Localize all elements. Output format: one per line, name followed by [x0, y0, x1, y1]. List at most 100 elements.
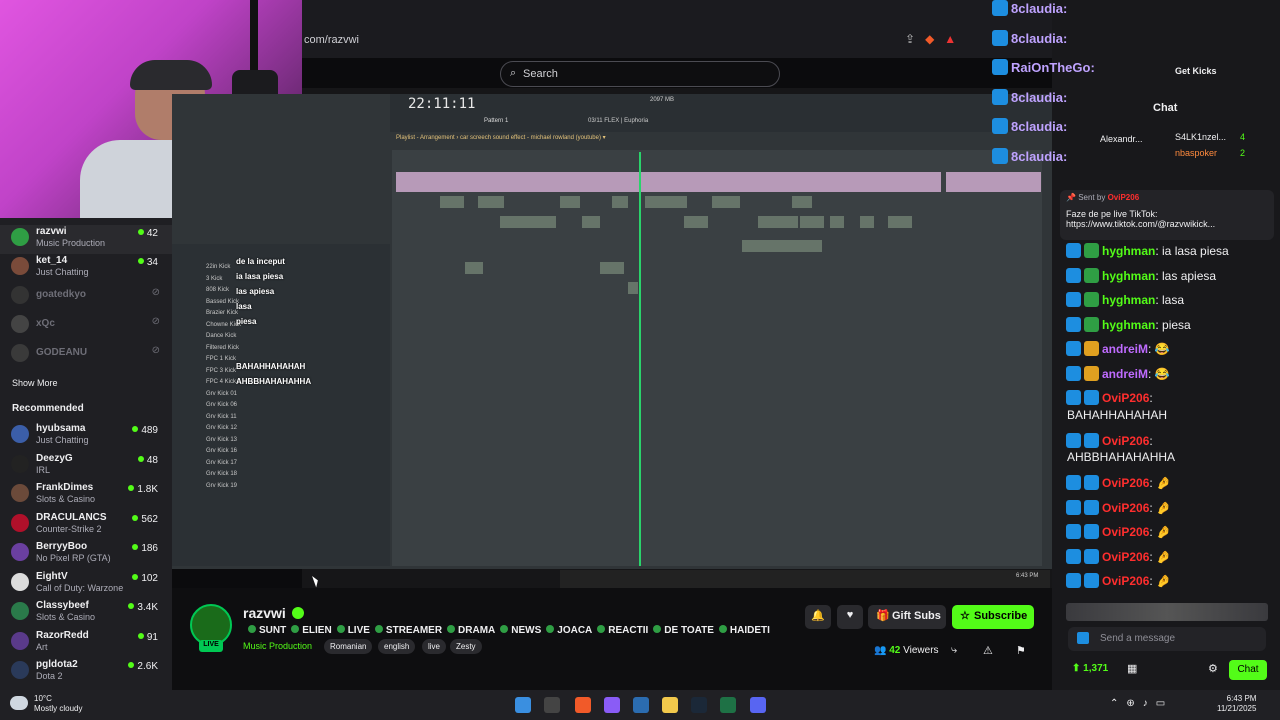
sidebar-channel-xqc[interactable]: xQc ⊘: [0, 312, 172, 341]
app-icon[interactable]: [633, 697, 649, 713]
show-more-link[interactable]: Show More: [12, 378, 58, 388]
recommended-channel-pgldota2[interactable]: pgldota2 Dota 2 2.6K: [0, 658, 172, 687]
leaderboard-entry[interactable]: Alexandr...: [1100, 134, 1143, 144]
overlay-chat-line: lasa: [236, 302, 252, 311]
browser-sample[interactable]: Grv Kick 12: [206, 425, 237, 431]
channel-viewers: 42: [137, 228, 158, 239]
browser-sample[interactable]: FPC 4 Kick: [206, 379, 236, 385]
get-kicks-button[interactable]: Get Kicks: [1163, 66, 1217, 82]
brave-rewards-icon[interactable]: ▲: [944, 32, 956, 46]
sidebar-channel-ket_14[interactable]: ket_14 Just Chatting 34: [0, 254, 172, 283]
chat-message[interactable]: OviP206: 🤌: [1066, 524, 1171, 539]
recommended-channel-eightv[interactable]: EightV Call of Duty: Warzone 102: [0, 570, 172, 599]
browser-sample[interactable]: Filtered Kick: [206, 345, 239, 351]
task-view-icon[interactable]: [544, 697, 560, 713]
stream-tag[interactable]: Romanian: [324, 639, 373, 654]
browser-sample[interactable]: Grv Kick 01: [206, 391, 237, 397]
stream-tag[interactable]: live: [422, 639, 447, 654]
follow-heart-icon[interactable]: ♥: [837, 605, 863, 629]
browser-sample[interactable]: Grv Kick 13: [206, 437, 237, 443]
channel-points[interactable]: ⬆ 1,371: [1072, 663, 1108, 674]
chat-message[interactable]: OviP206: 🤌: [1066, 475, 1171, 490]
browser-sample[interactable]: Grv Kick 11: [206, 414, 237, 420]
subscriber-badge-icon: [1084, 341, 1099, 356]
chat-message[interactable]: OviP206: 🤌: [1066, 573, 1171, 588]
browser-sample[interactable]: FPC 3 Kick: [206, 368, 236, 374]
browser-sample[interactable]: 22in Kick: [206, 264, 230, 270]
leaderboard-entry[interactable]: S4LK1nzel...: [1175, 132, 1226, 142]
file-explorer-icon[interactable]: [662, 697, 678, 713]
recommended-channel-deezyg[interactable]: DeezyG IRL 48: [0, 452, 172, 481]
browser-sample[interactable]: Brazier Kick: [206, 310, 238, 316]
chat-message[interactable]: andreiM: 😂: [1066, 365, 1170, 381]
discord-icon[interactable]: [750, 697, 766, 713]
browser-sample[interactable]: Grv Kick 18: [206, 471, 237, 477]
chat-message[interactable]: OviP206: 🤌: [1066, 548, 1171, 564]
report-icon[interactable]: ⚠: [983, 644, 993, 657]
browser-sample[interactable]: Grv Kick 17: [206, 460, 237, 466]
browser-sample[interactable]: Grv Kick 19: [206, 483, 237, 489]
chat-message[interactable]: hyghman: piesa: [1066, 316, 1191, 332]
recommended-channel-frankdimes[interactable]: FrankDimes Slots & Casino 1.8K: [0, 481, 172, 510]
weather-widget[interactable]: 10°C Mostly cloudy: [34, 694, 82, 714]
share-icon[interactable]: ⇪: [905, 32, 915, 46]
live-dot-icon: [132, 426, 139, 432]
browser-sample[interactable]: 808 Kick: [206, 287, 229, 293]
windows-start-icon[interactable]: [515, 697, 531, 713]
stream-tag[interactable]: english: [378, 639, 416, 654]
browser-sample[interactable]: 3 Kick: [206, 276, 222, 282]
chat-colon: :: [1155, 317, 1163, 332]
browser-sample[interactable]: Bassed Kick: [206, 299, 239, 305]
streamer-name[interactable]: razvwi: [243, 605, 286, 621]
chat-username: OviP206: [1102, 525, 1150, 539]
sidebar-channel-godeanu[interactable]: GODEANU ⊘: [0, 341, 172, 370]
settings-gear-icon[interactable]: ⚙: [1208, 662, 1218, 675]
brave-shield-icon[interactable]: ◆: [925, 32, 934, 46]
excel-icon[interactable]: [720, 697, 736, 713]
steam-icon[interactable]: [691, 697, 707, 713]
chat-colon: :: [1148, 342, 1155, 356]
chat-message[interactable]: hyghman: las apiesa: [1066, 267, 1216, 283]
browser-sample[interactable]: Grv Kick 16: [206, 448, 237, 454]
recommended-channel-razorredd[interactable]: RazorRedd Art 91: [0, 629, 172, 658]
url-bar[interactable]: com/razvwi: [300, 30, 990, 52]
notification-bell-icon[interactable]: 🔔: [805, 605, 831, 629]
chat-input[interactable]: Send a message: [1068, 627, 1266, 651]
os-clock[interactable]: 6:43 PM 11/21/2025: [1217, 694, 1256, 714]
chat-message[interactable]: andreiM: 😂: [1066, 341, 1170, 356]
chat-send-button[interactable]: Chat: [1229, 660, 1267, 680]
emote-bar[interactable]: [1066, 603, 1268, 621]
copilot-icon[interactable]: [604, 697, 620, 713]
recommended-channel-berryyboo[interactable]: BerryyBoo No Pixel RP (GTA) 186: [0, 540, 172, 569]
chat-message[interactable]: hyghman: lasa: [1066, 292, 1184, 307]
sidebar-channel-goatedkyo[interactable]: goatedkyo ⊘: [0, 283, 172, 312]
browser-sample[interactable]: FPC 1 Kick: [206, 356, 236, 362]
share-icon[interactable]: ⤷: [951, 644, 957, 657]
chat-message[interactable]: OviP206:: [1066, 390, 1153, 405]
leaderboard-entry[interactable]: nbaspoker: [1175, 148, 1217, 158]
store-icon[interactable]: ▦: [1127, 662, 1137, 675]
recommended-channel-hyubsama[interactable]: hyubsama Just Chatting 489: [0, 422, 172, 451]
floating-chat-line: 8claudia:: [992, 88, 1067, 105]
chat-message[interactable]: OviP206: 🤌: [1066, 499, 1171, 515]
audio-clip: [628, 282, 638, 294]
browser-sample[interactable]: Dance Kick: [206, 333, 236, 339]
clip-icon[interactable]: ⚑: [1016, 644, 1026, 657]
brave-browser-icon[interactable]: [575, 697, 591, 713]
system-tray[interactable]: ⌃⊕♪▭: [1110, 698, 1173, 709]
channel-name: xQc: [36, 318, 55, 329]
search-input[interactable]: ⌕ Search: [500, 61, 780, 87]
stream-category[interactable]: Music Production: [243, 641, 312, 651]
sidebar-channel-razvwi[interactable]: razvwi Music Production 42: [0, 225, 172, 254]
chat-message[interactable]: hyghman: ia lasa piesa: [1066, 243, 1229, 258]
channel-name: EightV: [36, 570, 68, 582]
verified-badge-icon: [1066, 524, 1081, 539]
chat-message[interactable]: OviP206:: [1066, 432, 1153, 448]
offline-icon: ⊘: [151, 287, 160, 298]
recommended-channel-classybeef[interactable]: Classybeef Slots & Casino 3.4K: [0, 599, 172, 628]
recommended-channel-draculancs[interactable]: DRACULANCS Counter-Strike 2 562: [0, 511, 172, 540]
gift-subs-button[interactable]: 🎁 Gift Subs: [868, 605, 946, 629]
subscribe-button[interactable]: ☆ Subscribe: [952, 605, 1034, 629]
stream-tag[interactable]: Zesty: [450, 639, 482, 654]
browser-sample[interactable]: Grv Kick 06: [206, 402, 237, 408]
